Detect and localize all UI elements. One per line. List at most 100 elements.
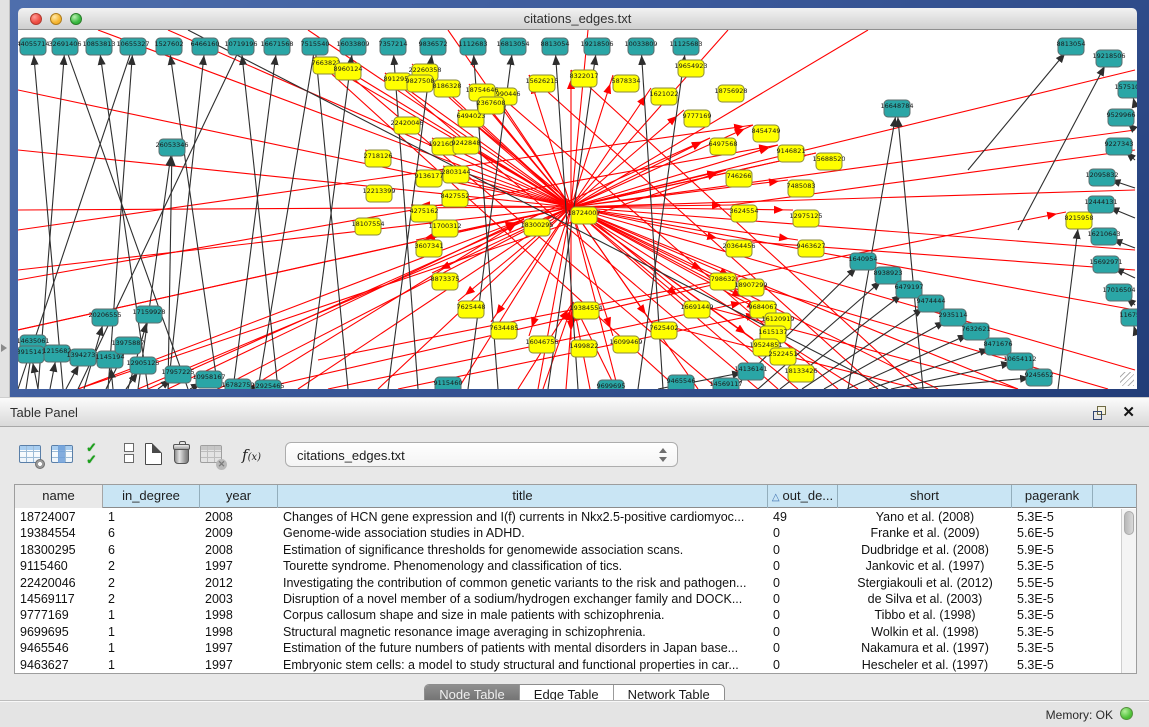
float-panel-icon[interactable]	[1093, 406, 1107, 420]
graph-node[interactable]: 1640954	[849, 253, 878, 270]
cell-outdeg[interactable]: 0	[768, 575, 838, 591]
function-builder-button[interactable]: f(x)	[242, 442, 276, 468]
graph-node[interactable]: 8471676	[984, 338, 1013, 355]
graph-node[interactable]: 17159928	[132, 306, 165, 323]
graph-node[interactable]: 1527602	[155, 38, 184, 55]
network-canvas[interactable]: 1872400718300295193845548322017156262151…	[18, 30, 1137, 389]
cell-indeg[interactable]: 2	[103, 575, 200, 591]
graph-node[interactable]: 19654923	[674, 60, 707, 77]
cell-short[interactable]: Yano et al. (2008)	[838, 509, 1012, 525]
graph-node[interactable]: 18300295	[520, 219, 553, 236]
graph-node[interactable]: 6497568	[709, 138, 738, 155]
graph-node[interactable]: 16648784	[880, 100, 913, 117]
table-row[interactable]: 911546021997Tourette syndrome. Phenomeno…	[15, 558, 1121, 574]
graph-node[interactable]: 16099469	[609, 336, 642, 353]
cell-name[interactable]: 9463627	[15, 657, 103, 673]
column-header-short[interactable]: short	[838, 485, 1012, 508]
graph-node[interactable]: 7632621	[962, 323, 991, 340]
cell-year[interactable]: 2003	[200, 591, 278, 607]
table-row[interactable]: 977716911998Corpus callosum shape and si…	[15, 607, 1121, 623]
graph-node[interactable]: 15751074	[1114, 81, 1137, 98]
graph-node[interactable]: 10033809	[624, 38, 657, 55]
graph-node[interactable]: 8322017	[570, 70, 599, 87]
graph-node[interactable]: 9827508	[406, 75, 435, 92]
cell-indeg[interactable]: 2	[103, 558, 200, 574]
graph-node[interactable]: 17016504	[1102, 284, 1135, 301]
cell-name[interactable]: 18300295	[15, 542, 103, 558]
create-table-button[interactable]	[142, 442, 168, 468]
column-header-in_degree[interactable]: in_degree	[103, 485, 200, 508]
cell-indeg[interactable]: 2	[103, 591, 200, 607]
graph-node[interactable]: 9529966	[1107, 109, 1136, 126]
cell-outdeg[interactable]: 0	[768, 607, 838, 623]
graph-node[interactable]: 15688520	[812, 153, 845, 170]
graph-node[interactable]: 2935114	[939, 309, 968, 326]
graph-node[interactable]: 9699695	[597, 380, 626, 389]
cell-name[interactable]: 14569117	[15, 591, 103, 607]
scrollbar-thumb[interactable]	[1124, 511, 1134, 535]
cell-short[interactable]: Franke et al. (2009)	[838, 525, 1012, 541]
cell-name[interactable]: 9465546	[15, 640, 103, 656]
graph-node[interactable]: 7357214	[379, 38, 408, 55]
graph-node[interactable]: 3915141	[18, 346, 45, 363]
graph-node[interactable]: 16046756	[525, 336, 558, 353]
cell-year[interactable]: 1997	[200, 657, 278, 673]
cell-outdeg[interactable]: 0	[768, 624, 838, 640]
graph-node[interactable]: 18756928	[714, 85, 747, 102]
graph-edge[interactable]	[138, 147, 172, 389]
table-body[interactable]: 1872400712008Changes of HCN gene express…	[15, 509, 1121, 673]
graph-node[interactable]: 5878334	[612, 75, 641, 92]
cell-year[interactable]: 1998	[200, 624, 278, 640]
graph-node[interactable]: 8813054	[1057, 38, 1086, 55]
graph-node[interactable]: 18724007	[567, 207, 600, 224]
cell-short[interactable]: Tibbo et al. (1998)	[838, 607, 1012, 623]
cell-name[interactable]: 22420046	[15, 575, 103, 591]
table-row[interactable]: 1872400712008Changes of HCN gene express…	[15, 509, 1121, 525]
cell-indeg[interactable]: 6	[103, 542, 200, 558]
cell-title[interactable]: Embryonic stem cells: a model to study s…	[278, 657, 768, 673]
cell-title[interactable]: Corpus callosum shape and size in male p…	[278, 607, 768, 623]
cell-indeg[interactable]: 6	[103, 525, 200, 541]
graph-node[interactable]: 10853813	[82, 38, 115, 55]
graph-node[interactable]: 9465546	[667, 375, 696, 389]
cell-pagerank[interactable]: 5.3E-5	[1012, 591, 1093, 607]
graph-node[interactable]: 16671568	[260, 38, 293, 55]
cell-outdeg[interactable]: 0	[768, 558, 838, 574]
cell-title[interactable]: Disruption of a novel member of a sodium…	[278, 591, 768, 607]
cell-year[interactable]: 2008	[200, 542, 278, 558]
column-header-out_de[interactable]: △out_de...	[768, 485, 838, 508]
graph-node[interactable]: 7634485	[490, 322, 519, 339]
vertical-scrollbar[interactable]	[1121, 509, 1136, 673]
cell-pagerank[interactable]: 5.3E-5	[1012, 624, 1093, 640]
graph-edge[interactable]	[218, 207, 571, 389]
table-row[interactable]: 1830029562008Estimation of significance …	[15, 542, 1121, 558]
graph-node[interactable]: 8215958	[1065, 212, 1094, 229]
graph-node[interactable]: 9227343	[1105, 138, 1134, 155]
graph-node[interactable]: 798632	[710, 273, 736, 290]
cell-short[interactable]: Stergiakouli et al. (2012)	[838, 575, 1012, 591]
graph-node[interactable]: 18107554	[351, 218, 384, 235]
cell-indeg[interactable]: 1	[103, 640, 200, 656]
cell-title[interactable]: Genome-wide association studies in ADHD.	[278, 525, 768, 541]
graph-node[interactable]: 22420046	[390, 117, 423, 134]
column-header-year[interactable]: year	[200, 485, 278, 508]
cell-year[interactable]: 1997	[200, 640, 278, 656]
graph-node[interactable]: 12925465	[251, 380, 284, 389]
cell-indeg[interactable]: 1	[103, 624, 200, 640]
graph-node[interactable]: 9242848	[452, 137, 481, 154]
graph-node[interactable]: 6466160	[191, 38, 220, 55]
cell-pagerank[interactable]: 5.3E-5	[1012, 607, 1093, 623]
cell-name[interactable]: 19384554	[15, 525, 103, 541]
graph-edge[interactable]	[910, 377, 1039, 389]
cell-name[interactable]: 9115460	[15, 558, 103, 574]
graph-node[interactable]: 14136141	[734, 363, 767, 380]
cell-pagerank[interactable]: 5.5E-5	[1012, 575, 1093, 591]
cell-year[interactable]: 2012	[200, 575, 278, 591]
graph-node[interactable]: 9136177	[415, 170, 444, 187]
graph-node[interactable]: 13975887	[111, 337, 144, 354]
graph-node[interactable]: 7485083	[787, 180, 816, 197]
resize-grip[interactable]	[1120, 372, 1134, 386]
cell-pagerank[interactable]: 5.3E-5	[1012, 657, 1093, 673]
graph-node[interactable]: 9146821	[777, 145, 806, 162]
graph-node[interactable]: 3624554	[730, 205, 759, 222]
